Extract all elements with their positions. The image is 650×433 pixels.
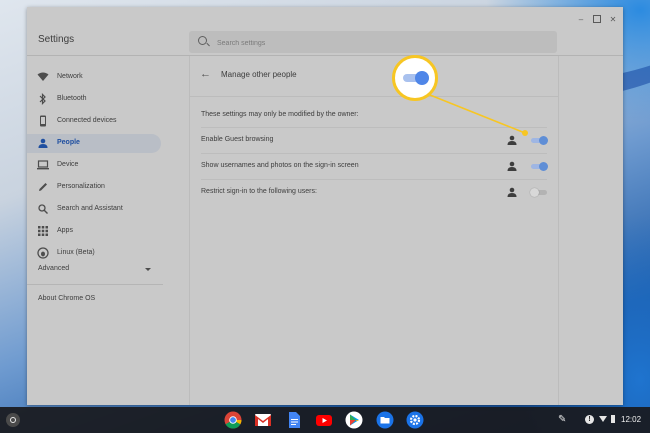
sidebar-item-label: Connected devices: [57, 117, 117, 124]
sidebar-item-label: Device: [57, 161, 79, 168]
sidebar-item-device[interactable]: Device: [27, 156, 161, 175]
toggle-knob: [415, 71, 429, 85]
setting-label: Restrict sign-in to the following users:: [201, 188, 317, 195]
penguin-icon: [37, 247, 49, 259]
pencil-icon: [37, 181, 49, 193]
sidebar-item-label: Apps: [57, 227, 73, 234]
sidebar: Network Bluetooth Connected devices Peop…: [27, 56, 163, 405]
show-usernames-toggle[interactable]: [530, 162, 548, 171]
battery-icon[interactable]: [611, 415, 615, 423]
guest-browsing-toggle[interactable]: [530, 136, 548, 145]
owner-controlled-person-icon: [507, 161, 517, 171]
stylus-tools-icon[interactable]: ✎: [558, 414, 566, 426]
phone-icon: [37, 115, 49, 127]
setting-label: Show usernames and photos on the sign-in…: [201, 162, 359, 169]
page-title: Manage other people: [221, 70, 297, 79]
wifi-status-icon[interactable]: [599, 416, 607, 422]
sidebar-item-connected-devices[interactable]: Connected devices: [27, 112, 161, 131]
sidebar-item-label: Personalization: [57, 183, 105, 190]
sidebar-item-linux[interactable]: Linux (Beta): [27, 244, 161, 263]
setting-row-restrict-sign-in: Restrict sign-in to the following users:: [190, 179, 558, 205]
toggle-knob: [530, 188, 539, 197]
toggle-knob: [539, 136, 548, 145]
search-box[interactable]: [189, 31, 557, 53]
sidebar-item-label: Linux (Beta): [57, 249, 95, 256]
docs-icon[interactable]: [285, 411, 303, 429]
sidebar-item-apps[interactable]: Apps: [27, 222, 161, 241]
search-input[interactable]: [215, 34, 549, 52]
chevron-down-icon[interactable]: [145, 268, 151, 271]
app-title: Settings: [38, 34, 75, 45]
bluetooth-icon: [37, 93, 49, 105]
settings-icon[interactable]: [406, 411, 424, 429]
shelf: ✎ ! 12:02: [0, 407, 650, 433]
page-header: ← Manage other people: [190, 56, 558, 97]
close-button[interactable]: ✕: [607, 15, 619, 24]
row-divider: [201, 153, 547, 154]
maximize-button[interactable]: [591, 15, 603, 25]
sidebar-item-network[interactable]: Network: [27, 68, 161, 87]
callout-magnifier: [392, 55, 438, 101]
sidebar-item-people[interactable]: People: [27, 134, 161, 153]
sidebar-item-search-and-assistant[interactable]: Search and Assistant: [27, 200, 161, 219]
sidebar-item-label: Network: [57, 73, 83, 80]
chrome-icon[interactable]: [224, 411, 242, 429]
settings-card: ← Manage other people These settings may…: [189, 56, 559, 405]
row-divider: [201, 179, 547, 180]
window-titlebar: Settings – ✕: [27, 7, 623, 56]
sidebar-item-label: People: [57, 139, 80, 146]
minimize-button[interactable]: –: [575, 15, 587, 24]
settings-window: Settings – ✕ Network Bluetooth Connected…: [27, 7, 623, 405]
sidebar-item-bluetooth[interactable]: Bluetooth: [27, 90, 161, 109]
owner-note: These settings may only be modified by t…: [201, 111, 359, 118]
callout-toggle-enlarged: [402, 71, 430, 85]
clock[interactable]: 12:02: [621, 415, 641, 424]
about-chrome-os-link[interactable]: About Chrome OS: [38, 295, 95, 302]
sidebar-item-personalization[interactable]: Personalization: [27, 178, 161, 197]
search-icon: [37, 203, 49, 215]
setting-row-guest-browsing: Enable Guest browsing: [190, 127, 558, 153]
gmail-icon[interactable]: [254, 411, 272, 429]
restrict-sign-in-toggle[interactable]: [530, 188, 548, 197]
toggle-knob: [539, 162, 548, 171]
owner-controlled-person-icon: [507, 135, 517, 145]
launcher-button[interactable]: [6, 413, 20, 427]
sidebar-item-label: Bluetooth: [57, 95, 87, 102]
sidebar-divider: [27, 284, 163, 285]
person-icon: [37, 137, 49, 149]
sidebar-item-label: Search and Assistant: [57, 205, 123, 212]
back-arrow-icon[interactable]: ←: [200, 69, 211, 80]
advanced-section-toggle[interactable]: Advanced: [38, 265, 69, 272]
wifi-icon: [37, 71, 49, 83]
maximize-icon: [593, 15, 601, 23]
laptop-icon: [37, 159, 49, 171]
youtube-icon[interactable]: [315, 411, 333, 429]
setting-label: Enable Guest browsing: [201, 136, 274, 143]
owner-controlled-person-icon: [507, 187, 517, 197]
notification-icon[interactable]: !: [585, 415, 594, 424]
apps-grid-icon: [37, 225, 49, 237]
row-divider: [201, 127, 547, 128]
files-icon[interactable]: [376, 411, 394, 429]
play-store-icon[interactable]: [345, 411, 363, 429]
search-icon: [198, 36, 207, 45]
setting-row-show-usernames: Show usernames and photos on the sign-in…: [190, 153, 558, 179]
